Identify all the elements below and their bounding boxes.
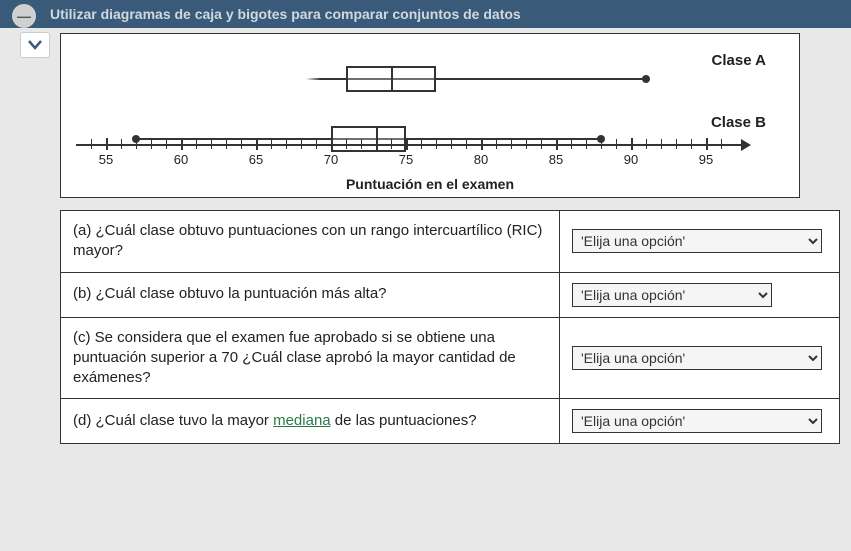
- question-a-text: (a) ¿Cuál clase obtuvo puntuaciones con …: [61, 211, 560, 273]
- tick: [196, 139, 197, 149]
- tick: [376, 139, 377, 149]
- tick: [511, 139, 512, 149]
- tick-label: 65: [249, 152, 263, 167]
- tick: [541, 139, 542, 149]
- tick: [271, 139, 272, 149]
- tick: [676, 139, 677, 149]
- boxplot-clase-a: [76, 66, 736, 92]
- tick: [421, 139, 422, 149]
- tick: [691, 139, 692, 149]
- tick: [316, 139, 317, 149]
- tick: [406, 138, 408, 150]
- tick-label: 70: [324, 152, 338, 167]
- tick: [331, 138, 333, 150]
- tick: [151, 139, 152, 149]
- questions-table: (a) ¿Cuál clase obtuvo puntuaciones con …: [60, 210, 840, 444]
- tick: [166, 139, 167, 149]
- question-row-d: (d) ¿Cuál clase tuvo la mayor mediana de…: [61, 399, 840, 444]
- tick: [616, 139, 617, 149]
- collapse-button[interactable]: [20, 32, 50, 58]
- tick: [211, 139, 212, 149]
- question-d-text: (d) ¿Cuál clase tuvo la mayor mediana de…: [61, 399, 560, 444]
- x-axis: 55 60 65 70 75 80 85 90 95: [76, 144, 756, 174]
- tick: [391, 139, 392, 149]
- menu-icon[interactable]: —: [12, 4, 36, 28]
- tick: [436, 139, 437, 149]
- tick: [496, 139, 497, 149]
- page-title: Utilizar diagramas de caja y bigotes par…: [50, 6, 521, 22]
- tick: [646, 139, 647, 149]
- tick-label: 95: [699, 152, 713, 167]
- tick: [226, 139, 227, 149]
- mediana-link[interactable]: mediana: [273, 412, 331, 429]
- tick-label: 60: [174, 152, 188, 167]
- tick: [586, 139, 587, 149]
- tick: [286, 139, 287, 149]
- tick: [556, 138, 558, 150]
- question-c-text: (c) Se considera que el examen fue aprob…: [61, 317, 560, 399]
- tick: [181, 138, 183, 150]
- x-axis-label: Puntuación en el examen: [76, 176, 784, 192]
- tick: [361, 139, 362, 149]
- question-a-select[interactable]: 'Elija una opción': [572, 229, 822, 253]
- tick: [466, 139, 467, 149]
- question-d-select[interactable]: 'Elija una opción': [572, 409, 822, 433]
- question-b-text: (b) ¿Cuál clase obtuvo la puntuación más…: [61, 272, 560, 317]
- chevron-down-icon: [28, 40, 42, 50]
- tick: [526, 139, 527, 149]
- tick-label: 85: [549, 152, 563, 167]
- glare-artifact: [251, 44, 321, 114]
- page-header: — Utilizar diagramas de caja y bigotes p…: [0, 0, 851, 28]
- axis-arrow-icon: [741, 139, 751, 151]
- main-content: Clase A Clase B 556065707580859095 Puntu…: [0, 28, 851, 454]
- tick: [91, 139, 92, 149]
- tick: [241, 139, 242, 149]
- tick-label: 55: [99, 152, 113, 167]
- tick: [481, 138, 483, 150]
- question-c-select[interactable]: 'Elija una opción': [572, 346, 822, 370]
- tick: [451, 139, 452, 149]
- tick: [301, 139, 302, 149]
- tick: [136, 139, 137, 149]
- question-b-select[interactable]: 'Elija una opción': [572, 283, 772, 307]
- tick: [661, 139, 662, 149]
- tick: [721, 139, 722, 149]
- tick: [256, 138, 258, 150]
- tick-label: 90: [624, 152, 638, 167]
- boxplot-chart: Clase A Clase B 556065707580859095 Puntu…: [60, 33, 800, 198]
- tick: [601, 139, 602, 149]
- question-row-a: (a) ¿Cuál clase obtuvo puntuaciones con …: [61, 211, 840, 273]
- question-row-c: (c) Se considera que el examen fue aprob…: [61, 317, 840, 399]
- chart-area: Clase A Clase B 556065707580859095: [76, 44, 776, 174]
- question-row-b: (b) ¿Cuál clase obtuvo la puntuación más…: [61, 272, 840, 317]
- tick: [106, 138, 108, 150]
- tick: [346, 139, 347, 149]
- tick-label: 75: [399, 152, 413, 167]
- tick: [121, 139, 122, 149]
- tick: [631, 138, 633, 150]
- tick: [571, 139, 572, 149]
- tick-label: 80: [474, 152, 488, 167]
- tick: [706, 138, 708, 150]
